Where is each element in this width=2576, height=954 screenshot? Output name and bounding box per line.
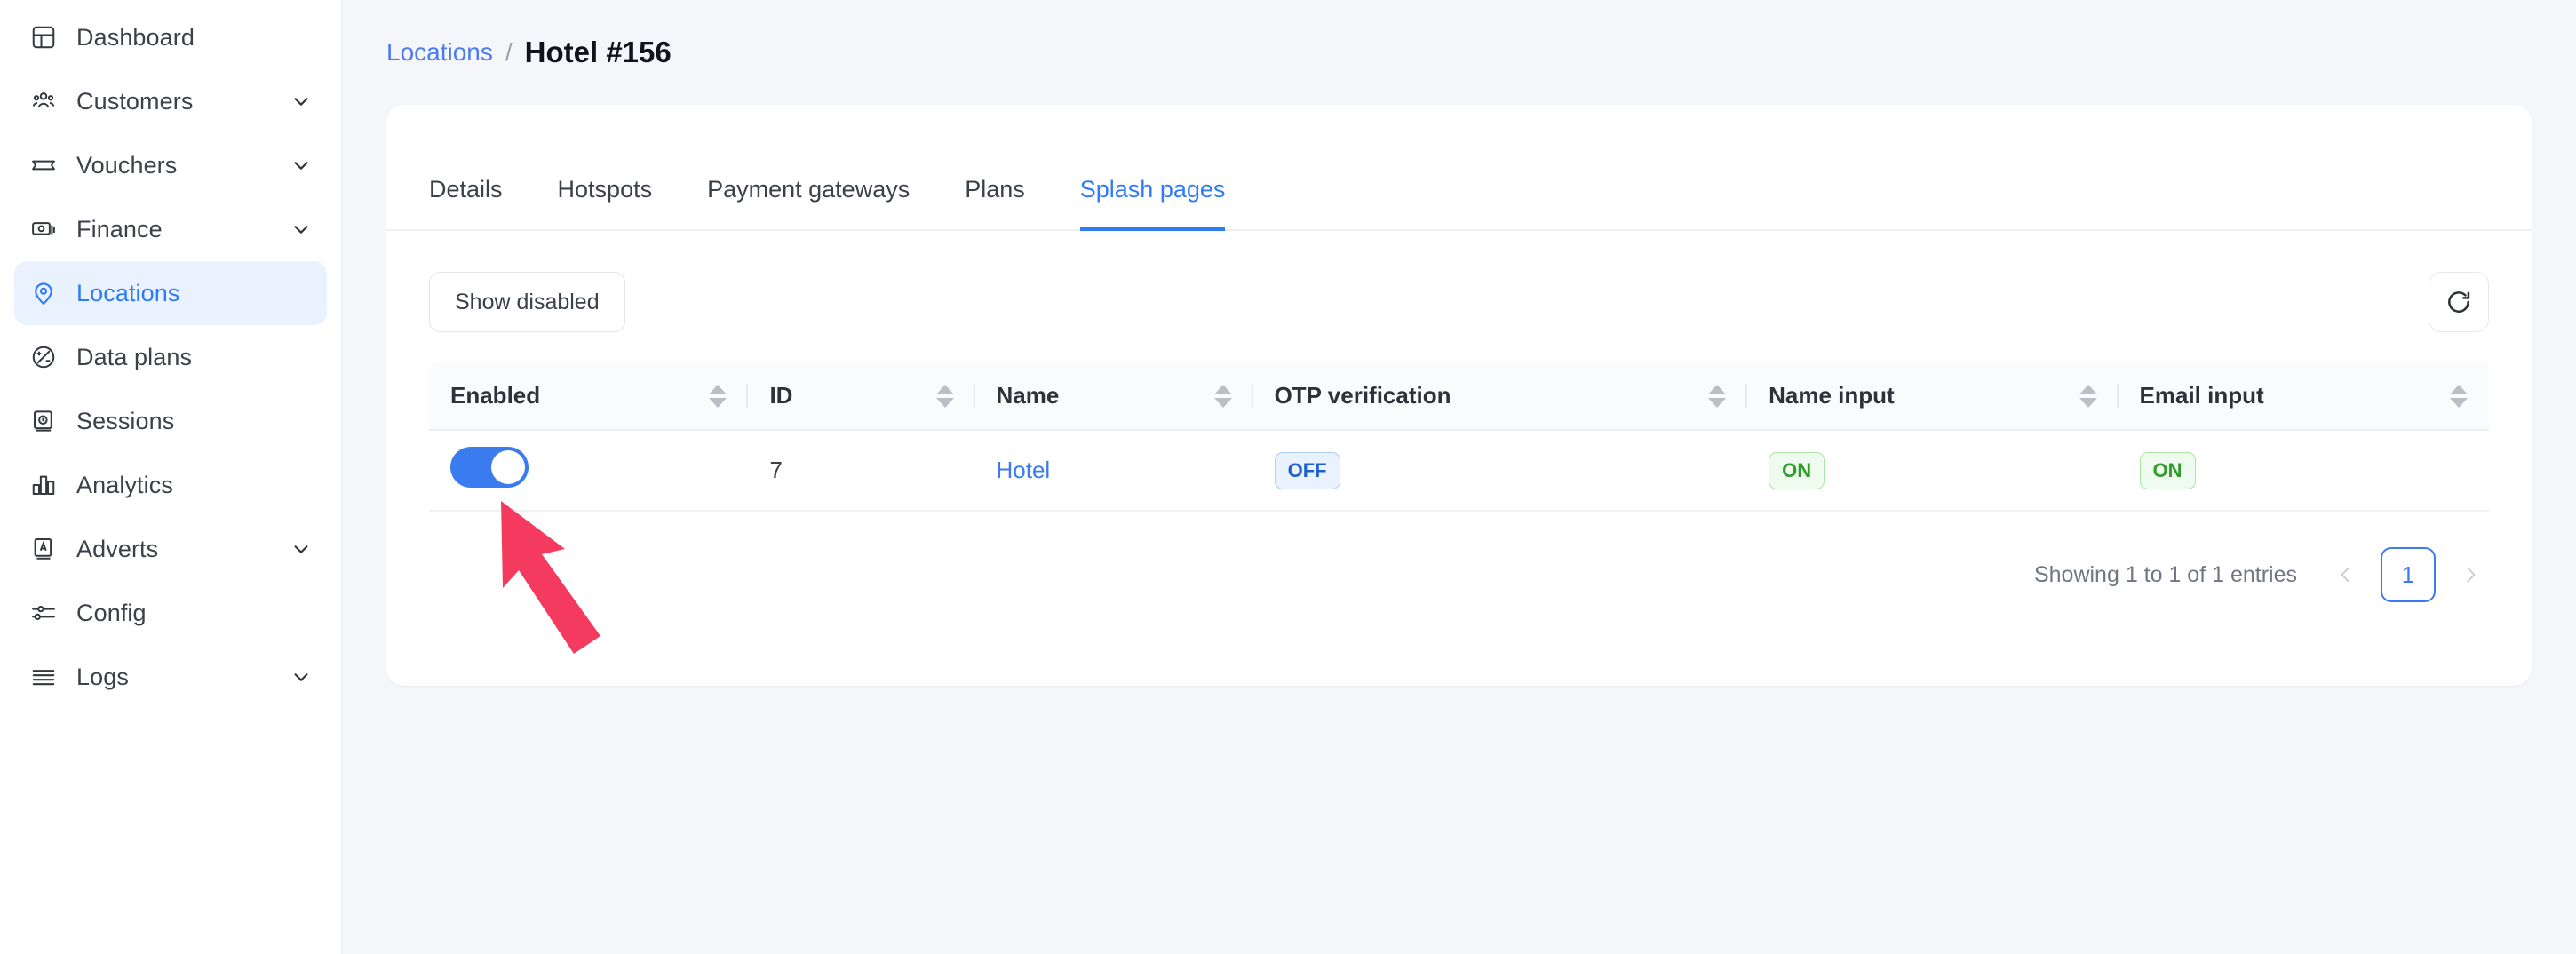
- sidebar-item-vouchers[interactable]: Vouchers: [14, 133, 327, 197]
- col-name-label: Name: [996, 382, 1060, 409]
- name-input-status-badge: ON: [1769, 451, 1825, 489]
- breadcrumb-separator: /: [505, 38, 513, 66]
- show-disabled-button[interactable]: Show disabled: [429, 272, 625, 332]
- pagination-page-1[interactable]: 1: [2381, 547, 2436, 602]
- pagination-prev-button[interactable]: [2327, 552, 2365, 598]
- pagination-next-button[interactable]: [2452, 552, 2489, 598]
- cell-name-input: ON: [1747, 430, 2119, 512]
- app-root: Dashboard Customers Vouchers Finance Loc…: [0, 0, 2576, 954]
- ticket-icon: [28, 150, 59, 180]
- sidebar-item-label: Config: [76, 599, 147, 626]
- cell-email-input: ON: [2118, 430, 2489, 512]
- sidebar-item-config[interactable]: Config: [14, 581, 327, 645]
- chevron-down-icon[interactable]: [291, 91, 311, 111]
- col-id-label: ID: [769, 382, 793, 409]
- col-name-input-label: Name input: [1769, 382, 1895, 409]
- showing-entries-label: Showing 1 to 1 of 1 entries: [2033, 561, 2297, 587]
- sidebar-item-label: Analytics: [76, 471, 173, 498]
- col-email-input-label: Email input: [2139, 382, 2264, 409]
- main-content: Locations / Hotel #156 Details Hotspots …: [342, 0, 2576, 954]
- dashboard-icon: [28, 22, 59, 52]
- sidebar-item-adverts[interactable]: Adverts: [14, 517, 327, 581]
- enabled-toggle[interactable]: [450, 447, 529, 488]
- tab-details[interactable]: Details: [429, 176, 503, 231]
- sort-icon[interactable]: [1213, 384, 1232, 408]
- col-email-input[interactable]: Email input: [2118, 362, 2489, 431]
- splash-pages-card: Details Hotspots Payment gateways Plans …: [386, 105, 2532, 686]
- data-plan-icon: [28, 342, 59, 372]
- table-row: 7 Hotel OFF ON ON: [429, 430, 2489, 512]
- chevron-down-icon[interactable]: [291, 219, 311, 239]
- sidebar-item-label: Dashboard: [76, 23, 195, 51]
- col-otp-verification[interactable]: OTP verification: [1252, 362, 1748, 431]
- sidebar-item-label: Customers: [76, 87, 194, 115]
- table-head: Enabled ID Name OTP verification Name in…: [429, 362, 2489, 431]
- col-enabled-label: Enabled: [450, 382, 541, 409]
- refresh-icon: [2445, 288, 2473, 316]
- col-otp-label: OTP verification: [1274, 382, 1451, 409]
- cell-name-link[interactable]: Hotel: [974, 430, 1253, 512]
- bar-chart-icon: [28, 470, 59, 500]
- sidebar-item-label: Finance: [76, 215, 163, 242]
- sidebar-item-customers[interactable]: Customers: [14, 69, 327, 133]
- list-icon: [28, 662, 59, 692]
- table-toolbar: Show disabled: [386, 231, 2532, 336]
- splash-pages-table: Enabled ID Name OTP verification Name in…: [429, 362, 2489, 512]
- cell-enabled: [429, 430, 749, 512]
- table-body: 7 Hotel OFF ON ON: [429, 430, 2489, 512]
- sidebar: Dashboard Customers Vouchers Finance Loc…: [0, 0, 342, 954]
- table-footer: Showing 1 to 1 of 1 entries 1: [386, 512, 2532, 602]
- tab-splash-pages[interactable]: Splash pages: [1079, 176, 1226, 231]
- cell-otp-verification: OFF: [1252, 430, 1748, 512]
- refresh-button[interactable]: [2429, 272, 2489, 332]
- breadcrumb: Locations / Hotel #156: [342, 0, 2576, 105]
- col-enabled[interactable]: Enabled: [429, 362, 749, 431]
- sessions-icon: [28, 406, 59, 436]
- sliders-icon: [28, 598, 59, 628]
- sidebar-item-analytics[interactable]: Analytics: [14, 453, 327, 517]
- sort-icon[interactable]: [2079, 384, 2097, 408]
- tab-payment-gateways[interactable]: Payment gateways: [707, 176, 910, 231]
- col-name-input[interactable]: Name input: [1747, 362, 2119, 431]
- sort-icon[interactable]: [709, 384, 727, 408]
- col-id[interactable]: ID: [748, 362, 975, 431]
- chevron-down-icon[interactable]: [291, 155, 311, 175]
- sidebar-item-label: Sessions: [76, 407, 175, 434]
- email-input-status-badge: ON: [2139, 451, 2196, 489]
- sort-icon[interactable]: [2450, 384, 2468, 408]
- table-header-row: Enabled ID Name OTP verification Name in…: [429, 362, 2489, 431]
- tab-bar: Details Hotspots Payment gateways Plans …: [386, 105, 2532, 231]
- sidebar-item-finance[interactable]: Finance: [14, 197, 327, 261]
- map-pin-icon: [28, 278, 59, 308]
- sidebar-item-label: Locations: [76, 279, 180, 306]
- advert-icon: [28, 534, 59, 564]
- tab-hotspots[interactable]: Hotspots: [558, 176, 653, 231]
- page-title: Hotel #156: [524, 36, 672, 68]
- otp-status-badge: OFF: [1274, 451, 1340, 489]
- toggle-knob: [491, 450, 525, 484]
- sidebar-item-label: Logs: [76, 663, 129, 690]
- pagination: 1: [2327, 547, 2489, 602]
- sidebar-item-label: Adverts: [76, 535, 159, 562]
- sort-icon[interactable]: [935, 384, 954, 408]
- chevron-down-icon[interactable]: [291, 539, 311, 559]
- money-icon: [28, 214, 59, 244]
- sidebar-item-sessions[interactable]: Sessions: [14, 389, 327, 453]
- sidebar-item-logs[interactable]: Logs: [14, 645, 327, 709]
- tab-plans[interactable]: Plans: [965, 176, 1025, 231]
- cell-id: 7: [748, 430, 975, 512]
- splash-pages-table-container: Enabled ID Name OTP verification Name in…: [386, 336, 2532, 512]
- sidebar-item-data-plans[interactable]: Data plans: [14, 325, 327, 389]
- sidebar-item-label: Vouchers: [76, 151, 178, 179]
- sidebar-item-dashboard[interactable]: Dashboard: [14, 5, 327, 69]
- users-icon: [28, 86, 59, 116]
- sort-icon[interactable]: [1708, 384, 1727, 408]
- chevron-down-icon[interactable]: [291, 667, 311, 687]
- sidebar-item-locations[interactable]: Locations: [14, 261, 327, 325]
- sidebar-item-label: Data plans: [76, 343, 193, 370]
- col-name[interactable]: Name: [974, 362, 1253, 431]
- breadcrumb-parent-link[interactable]: Locations: [386, 38, 493, 67]
